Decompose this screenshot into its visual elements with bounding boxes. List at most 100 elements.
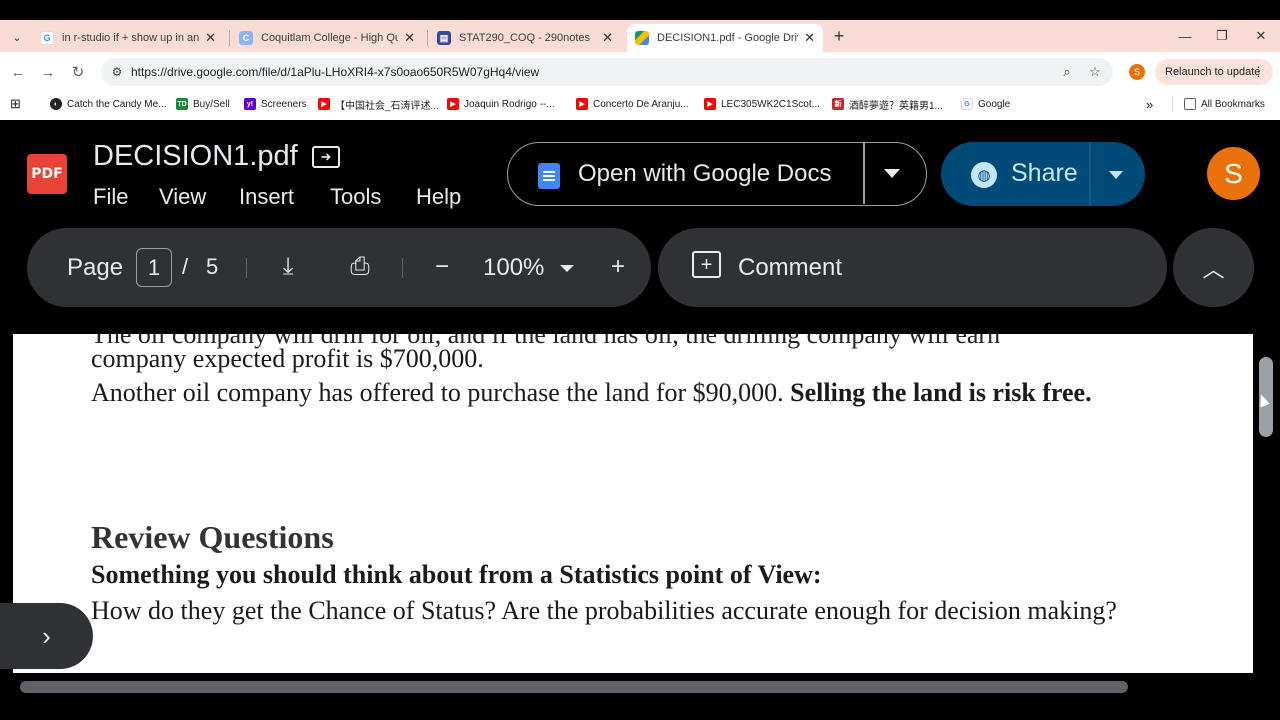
pdf-viewer-controls: Page 1 / 5 ⤓ ⎙ − 100% +	[27, 228, 651, 307]
menu-file[interactable]: File	[93, 184, 128, 210]
tab-search-button[interactable]: ⌄	[6, 26, 28, 48]
more-options-icon[interactable]: ⋮	[1252, 64, 1265, 80]
reload-icon[interactable]: ↻	[68, 62, 88, 82]
bookmark-item[interactable]: G Google	[961, 96, 1010, 112]
minimize-icon[interactable]: —	[1173, 26, 1197, 46]
open-with-label: Open with Google Docs	[578, 160, 832, 187]
chevron-down-icon[interactable]	[1109, 171, 1123, 179]
page-number-input[interactable]: 1	[136, 248, 172, 287]
horizontal-scrollbar[interactable]	[20, 681, 1128, 693]
tab-rstudio[interactable]: G in r-studio if + show up in an e ✕	[32, 24, 224, 52]
bookmark-item[interactable]: ▶ LEC305WK2C1Scot...	[704, 96, 820, 112]
avatar[interactable]: S	[1207, 147, 1260, 200]
tab-title: STAT290_COQ - 290notes	[459, 32, 591, 44]
document-viewport[interactable]: The oil company will drill for oil, and …	[0, 334, 1280, 720]
college-icon: C	[239, 31, 253, 45]
add-comment-icon: +	[692, 251, 721, 278]
youtube-icon: ▶	[704, 98, 716, 110]
close-icon[interactable]: ✕	[602, 30, 613, 46]
google-icon: G	[40, 31, 54, 45]
profile-icon[interactable]: S	[1129, 64, 1145, 80]
site-info-icon[interactable]: ⚙	[109, 64, 125, 80]
tab-decision1[interactable]: DECISION1.pdf - Google Drive ✕	[627, 24, 823, 52]
tab-coquitlam[interactable]: C Coquitlam College - High Quali ✕	[231, 24, 423, 52]
bookmark-item[interactable]: ▶ 【中国社会_石涛评述...	[318, 96, 439, 112]
controls-divider	[246, 258, 247, 278]
tab-divider	[229, 30, 230, 46]
browser-toolbar: ← → ↻ ⚙ https://drive.google.com/file/d/…	[0, 52, 1280, 92]
chevron-down-icon[interactable]	[560, 265, 574, 272]
bookmark-item[interactable]: ◐ Catch the Candy Me...	[50, 96, 167, 112]
globe-icon: ◐	[50, 98, 62, 110]
bookmark-item[interactable]: ▶ Concerto De Aranju...	[576, 96, 689, 112]
menu-help[interactable]: Help	[416, 184, 461, 210]
document-text-line: How do they get the Chance of Status? Ar…	[91, 596, 1117, 625]
drive-icon	[635, 31, 649, 45]
url-text[interactable]: https://drive.google.com/file/d/1aPlu-LH…	[131, 65, 539, 79]
menu-view[interactable]: View	[159, 184, 206, 210]
yahoo-icon: y!	[244, 98, 256, 110]
all-bookmarks-label: All Bookmarks	[1201, 98, 1265, 110]
share-button[interactable]: ◍ Share	[941, 142, 1145, 206]
page-label: Page	[67, 254, 124, 281]
zoom-level[interactable]: 100%	[483, 254, 544, 282]
bookmark-label: 酒醉夢遊？英籍男1...	[849, 100, 943, 112]
youtube-icon: ▶	[447, 98, 459, 110]
more-bookmarks-icon[interactable]: »	[1146, 96, 1153, 112]
comment-button[interactable]: + Comment	[658, 228, 1167, 307]
bookmark-label: Google	[978, 98, 1011, 110]
new-tab-button[interactable]: +	[829, 26, 849, 46]
pdf-file-icon: PDF	[27, 154, 67, 194]
tab-divider	[427, 30, 428, 46]
close-window-icon[interactable]: ✕	[1249, 26, 1273, 46]
td-icon: TD	[176, 98, 188, 110]
menu-insert[interactable]: Insert	[239, 184, 294, 210]
move-folder-icon[interactable]: ➜	[312, 146, 340, 168]
bookmark-item[interactable]: ▶ Joaquin Rodrigo --...	[447, 96, 555, 112]
bookmark-item[interactable]: TD Buy/Sell	[176, 96, 230, 112]
close-icon[interactable]: ✕	[205, 30, 216, 46]
chevron-down-icon[interactable]	[884, 169, 900, 178]
zoom-out-icon[interactable]: −	[425, 250, 459, 284]
address-bar[interactable]: ⚙ https://drive.google.com/file/d/1aPlu-…	[101, 58, 1113, 86]
close-icon[interactable]: ✕	[804, 30, 815, 46]
google-icon: G	[961, 98, 973, 110]
zoom-in-icon[interactable]: +	[601, 250, 635, 284]
back-icon[interactable]: ←	[8, 62, 28, 82]
download-icon[interactable]: ⤓	[271, 250, 305, 284]
bookmark-label: Catch the Candy Me...	[67, 98, 167, 110]
print-icon[interactable]: ⎙	[343, 250, 377, 284]
section-subheading: Something you should think about from a …	[91, 560, 822, 589]
forward-icon[interactable]: →	[38, 62, 58, 82]
relaunch-label: Relaunch to update	[1165, 66, 1261, 78]
document-text: Another oil company has offered to purch…	[91, 378, 791, 407]
document-title[interactable]: DECISION1.pdf	[93, 140, 298, 173]
share-label: Share	[1011, 159, 1078, 187]
close-icon[interactable]: ✕	[404, 30, 415, 46]
bookmark-item[interactable]: y! Screeners	[244, 96, 307, 112]
bookmark-label: LEC305WK2C1Scot...	[721, 98, 820, 110]
tab-stat290[interactable]: ▤ STAT290_COQ - 290notes ✕	[429, 24, 621, 52]
comment-label: Comment	[738, 254, 843, 281]
button-divider	[1089, 142, 1091, 206]
chevron-up-icon[interactable]: ︿	[1173, 228, 1254, 307]
document-bold-text: Selling the land is risk free.	[790, 378, 1092, 407]
bookmark-star-icon[interactable]: ☆	[1087, 64, 1103, 80]
tab-title: Coquitlam College - High Quali	[261, 32, 399, 44]
apps-icon[interactable]: ⊞	[10, 96, 21, 112]
tab-title: in r-studio if + show up in an e	[62, 32, 200, 44]
chevron-right-icon[interactable]: ›	[0, 603, 93, 669]
zoom-icon[interactable]: ⌕	[1059, 64, 1075, 80]
pdf-page: The oil company will drill for oil, and …	[13, 334, 1253, 673]
tab-title: DECISION1.pdf - Google Drive	[657, 32, 799, 44]
all-bookmarks-button[interactable]: All Bookmarks	[1184, 96, 1265, 112]
restore-icon[interactable]: ❐	[1210, 26, 1234, 46]
open-with-docs-button[interactable]: Open with Google Docs	[507, 142, 927, 206]
document-text-line: company expected profit is $700,000.	[91, 344, 484, 373]
drive-viewer-header: PDF DECISION1.pdf ➜ File View Insert Too…	[0, 120, 1280, 334]
youtube-icon: ▶	[576, 98, 588, 110]
button-divider	[863, 143, 865, 204]
relaunch-button[interactable]: Relaunch to update ⋮	[1155, 59, 1273, 85]
menu-tools[interactable]: Tools	[330, 184, 381, 210]
bookmark-item[interactable]: 新酒醉夢遊？英籍男1...	[832, 96, 943, 112]
